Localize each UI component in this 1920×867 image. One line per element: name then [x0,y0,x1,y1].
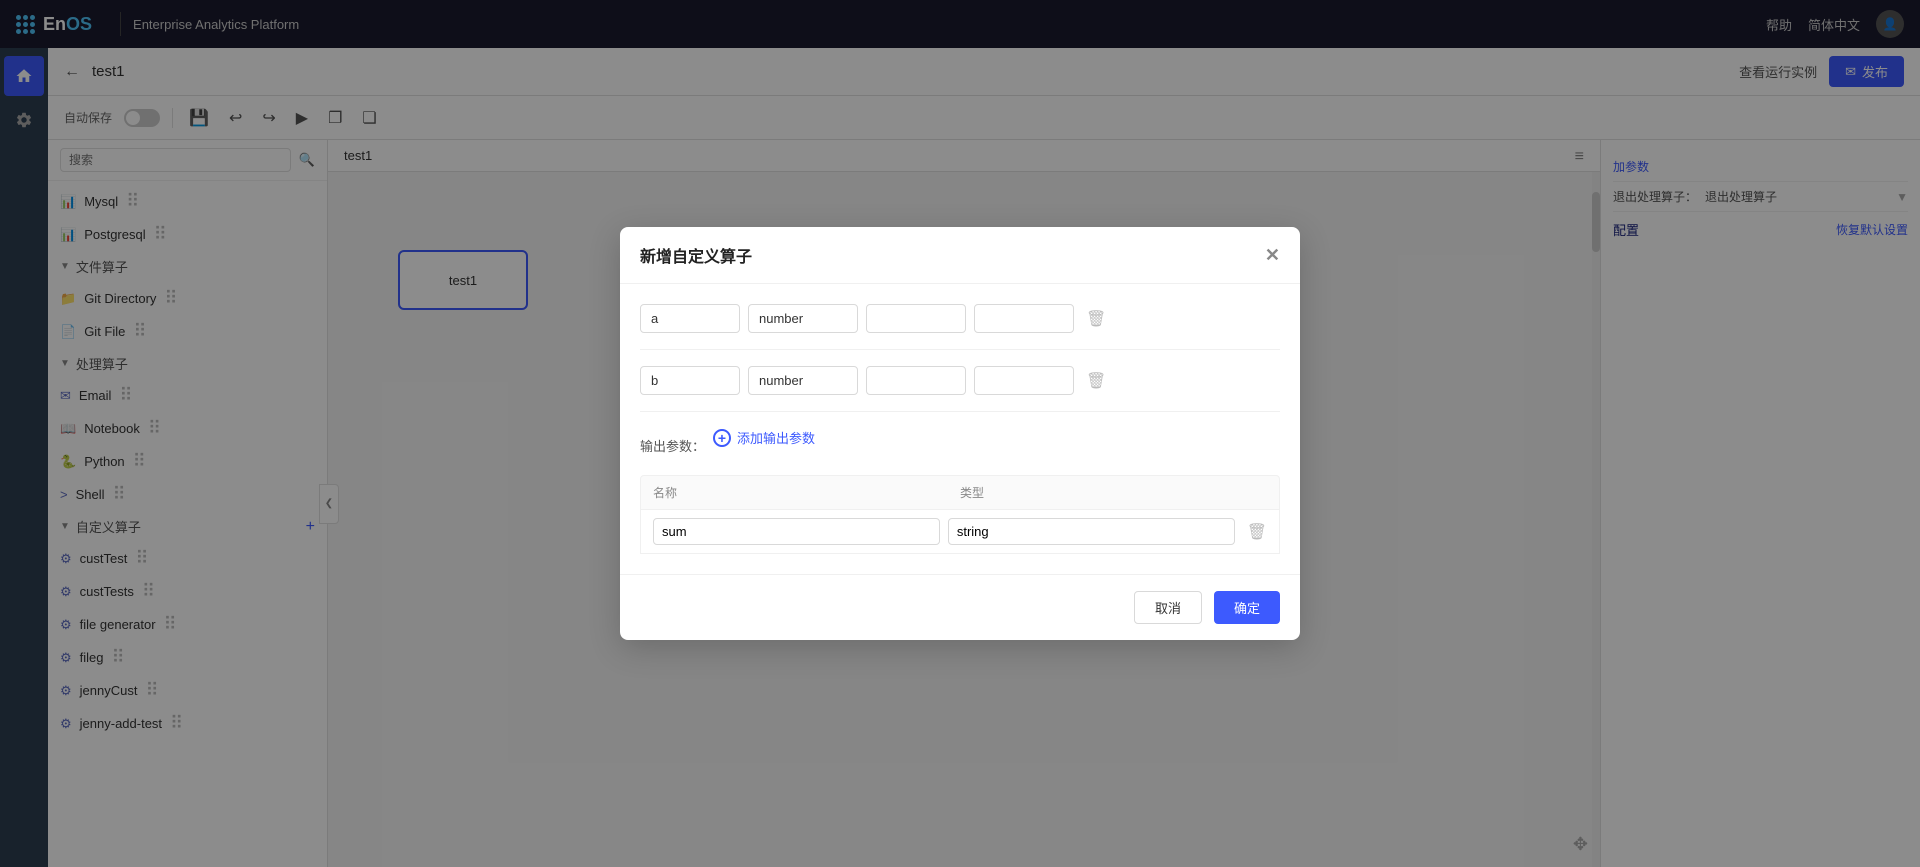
add-output-param-label: 添加输出参数 [737,428,815,447]
input-param-val2-2[interactable] [974,366,1074,395]
delete-param-button-1[interactable]: 🗑 [1086,309,1106,329]
input-param-row-2: 🗑 [640,366,1280,412]
input-param-val2-1[interactable] [974,304,1074,333]
modal-add-custom-operator: 新增自定义算子 ✕ 🗑 🗑 输出参数： [620,227,1300,640]
input-param-val1-1[interactable] [866,304,966,333]
output-params-label: 输出参数： [640,436,705,455]
output-param-type-1[interactable] [948,518,1235,545]
add-output-param-button[interactable]: + 添加输出参数 [713,428,815,447]
output-col-name-header: 名称 [653,484,960,501]
output-col-type-header: 类型 [960,484,1267,501]
modal-close-button[interactable]: ✕ [1265,245,1280,266]
output-table-header: 名称 类型 [640,475,1280,510]
output-param-row-1: 🗑 [640,510,1280,554]
input-param-name-1[interactable] [640,304,740,333]
output-param-name-1[interactable] [653,518,940,545]
modal-overlay: 新增自定义算子 ✕ 🗑 🗑 输出参数： [0,0,1920,867]
input-param-type-2[interactable] [748,366,858,395]
confirm-button[interactable]: 确定 [1214,591,1280,624]
cancel-button[interactable]: 取消 [1134,591,1202,624]
input-param-val1-2[interactable] [866,366,966,395]
modal-footer: 取消 确定 [620,574,1300,640]
output-params-table: 名称 类型 🗑 [640,475,1280,554]
delete-param-button-2[interactable]: 🗑 [1086,371,1106,391]
output-params-section-header: 输出参数： + 添加输出参数 [640,428,1280,463]
modal-body: 🗑 🗑 输出参数： + 添加输出参数 名称 [620,284,1300,574]
modal-title: 新增自定义算子 [640,243,752,267]
input-param-type-1[interactable] [748,304,858,333]
input-param-name-2[interactable] [640,366,740,395]
input-param-row-1: 🗑 [640,304,1280,350]
delete-output-param-button-1[interactable]: 🗑 [1247,522,1267,542]
plus-circle-icon: + [713,429,731,447]
modal-header: 新增自定义算子 ✕ [620,227,1300,284]
